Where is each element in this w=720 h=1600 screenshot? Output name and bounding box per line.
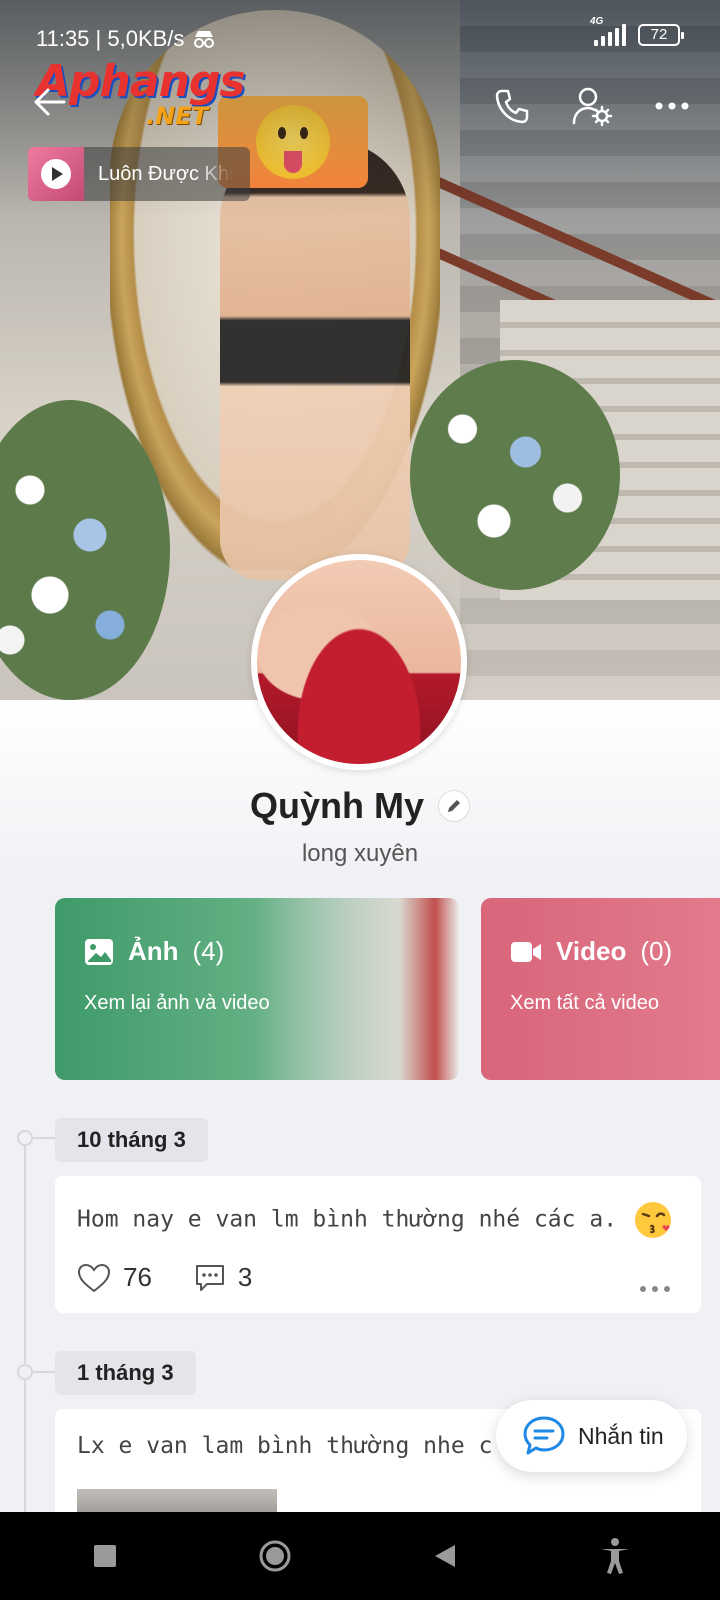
top-actions <box>490 84 694 128</box>
circle-icon <box>259 1540 291 1572</box>
avatar[interactable] <box>251 554 467 770</box>
photos-card-count: (4) <box>192 936 225 966</box>
home-button[interactable] <box>245 1526 305 1586</box>
play-icon[interactable] <box>41 159 71 189</box>
system-back-button[interactable] <box>415 1526 475 1586</box>
accessibility-button[interactable] <box>585 1526 645 1586</box>
photos-card-preview <box>259 898 459 1080</box>
phone-icon <box>495 89 529 124</box>
cover-flowers <box>410 360 620 590</box>
timeline-date: 10 tháng 3 <box>55 1118 208 1162</box>
name-row: Quỳnh My <box>0 785 720 827</box>
call-button[interactable] <box>490 84 534 128</box>
videos-card-header: Video (0) <box>510 936 672 967</box>
status-left: 11:35 | 5,0KB/s <box>36 26 216 52</box>
timeline-dot <box>17 1364 57 1380</box>
status-right: 4G 72 <box>590 16 684 46</box>
incognito-icon <box>194 31 215 48</box>
comment-button[interactable]: 3 <box>194 1262 252 1293</box>
post-text: Lx e van lam bình thường nhe c <box>77 1433 493 1459</box>
more-options-button[interactable] <box>650 84 694 128</box>
post-text-content: Hom nay e van lm bình thường nhé các a. <box>77 1206 618 1233</box>
square-icon <box>94 1545 116 1567</box>
comment-count: 3 <box>237 1262 253 1292</box>
chat-bubble-icon <box>523 1416 565 1455</box>
signal-icon: 4G <box>590 16 626 46</box>
battery-level: 72 <box>650 26 668 43</box>
back-arrow-icon <box>34 88 66 116</box>
battery-icon: 72 <box>638 24 684 46</box>
photos-card-subtitle: Xem lại ảnh và video <box>84 992 270 1014</box>
like-count: 76 <box>123 1262 152 1292</box>
triangle-back-icon <box>435 1545 455 1567</box>
image-icon <box>85 938 113 965</box>
video-camera-icon <box>511 941 541 962</box>
post-more-button[interactable] <box>639 1272 671 1300</box>
pencil-icon <box>448 800 460 812</box>
photos-card[interactable]: Ảnh (4) Xem lại ảnh và video <box>55 898 459 1080</box>
kiss-emoji-icon <box>634 1202 671 1238</box>
music-title: Luôn Được Khi <box>98 162 234 185</box>
music-thumbnail <box>28 147 84 201</box>
photos-card-header: Ảnh (4) <box>84 936 224 967</box>
photos-card-title: Ảnh <box>128 936 179 966</box>
profile-music[interactable]: Luôn Được Khi <box>28 147 250 201</box>
message-button-label: Nhắn tin <box>578 1422 664 1449</box>
profile-settings-button[interactable] <box>570 84 614 128</box>
logo-sub: .NET <box>146 102 208 130</box>
timeline-date: 1 tháng 3 <box>55 1351 196 1395</box>
profile-location: long xuyên <box>301 840 419 867</box>
network-type: 4G <box>590 16 604 27</box>
system-nav-bar <box>0 1512 720 1600</box>
timeline-post[interactable]: Hom nay e van lm bình thường nhé các a. … <box>55 1176 701 1313</box>
edit-name-button[interactable] <box>438 790 470 822</box>
recent-apps-button[interactable] <box>75 1526 135 1586</box>
heart-icon <box>77 1263 111 1292</box>
accessibility-icon <box>601 1538 629 1574</box>
videos-card-title: Video <box>556 936 627 966</box>
more-dots-icon <box>655 102 689 110</box>
videos-card-subtitle: Xem tất cả video <box>510 992 659 1014</box>
like-button[interactable]: 76 <box>77 1262 152 1293</box>
post-text: Hom nay e van lm bình thường nhé các a. <box>77 1200 673 1240</box>
post-stats: 76 3 <box>77 1262 294 1293</box>
videos-card-count: (0) <box>640 936 673 966</box>
post-photo[interactable] <box>77 1489 277 1512</box>
profile-name: Quỳnh My <box>249 785 424 826</box>
status-time-speed: 11:35 | 5,0KB/s <box>36 26 185 51</box>
more-dots-icon <box>640 1286 670 1292</box>
comment-icon <box>195 1264 224 1291</box>
back-button[interactable] <box>30 82 74 126</box>
videos-card[interactable]: Video (0) Xem tất cả video <box>481 898 720 1080</box>
timeline-line <box>24 1138 26 1518</box>
user-settings-icon <box>572 87 613 127</box>
timeline-dot <box>17 1130 57 1146</box>
message-button[interactable]: Nhắn tin <box>496 1400 687 1472</box>
